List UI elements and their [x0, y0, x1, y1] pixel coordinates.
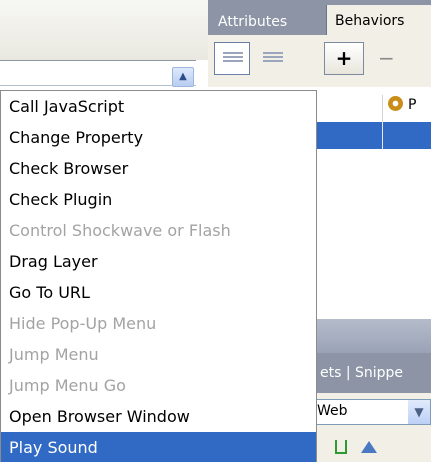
left-panel-header — [0, 0, 208, 60]
list-view-icon — [223, 52, 243, 65]
add-behavior-menu: Call JavaScript Change Property Check Brow… — [0, 90, 317, 462]
gear-icon — [388, 96, 403, 111]
menu-item-open-browser-window[interactable]: Open Browser Window — [1, 401, 316, 432]
tab-behaviors[interactable]: Behaviors — [326, 5, 431, 35]
tab-attributes[interactable]: Attributes — [208, 9, 326, 35]
menu-item-control-shockwave-or-flash: Control Shockwave or Flash — [9, 221, 231, 240]
chevron-down-icon[interactable]: ▼ — [408, 400, 430, 424]
show-all-events-button[interactable] — [254, 42, 290, 75]
put-files-icon[interactable] — [361, 441, 377, 453]
list-all-icon — [263, 52, 283, 65]
lower-tabs-label[interactable]: ets | Snippe — [320, 365, 403, 381]
menu-item-check-plugin[interactable]: Check Plugin — [1, 184, 316, 215]
menu-item-jump-menu: Jump Menu — [9, 345, 99, 364]
add-behavior-button[interactable]: + — [324, 42, 364, 75]
menu-item-drag-layer[interactable]: Drag Layer — [1, 246, 316, 277]
show-set-events-button[interactable] — [214, 42, 250, 75]
behaviors-toolbar: + − — [208, 35, 431, 87]
remove-behavior-button[interactable]: − — [378, 48, 395, 68]
site-select-value: Web — [317, 403, 348, 419]
panel-tab-strip: Attributes Behaviors — [208, 0, 431, 35]
menu-item-go-to-url[interactable]: Go To URL — [1, 277, 316, 308]
get-files-icon[interactable] — [335, 440, 347, 454]
site-select[interactable]: Web ▼ — [312, 399, 431, 425]
left-panel-field[interactable] — [0, 60, 196, 86]
menu-item-change-property[interactable]: Change Property — [1, 122, 316, 153]
menu-item-play-sound[interactable]: Play Sound — [1, 432, 316, 462]
menu-item-check-browser[interactable]: Check Browser — [1, 153, 316, 184]
menu-item-call-javascript[interactable]: Call JavaScript — [1, 91, 316, 122]
menu-item-hide-pop-up-menu: Hide Pop-Up Menu — [9, 314, 157, 333]
scroll-up-button[interactable]: ▲ — [172, 67, 194, 87]
list-header-label: P — [408, 97, 417, 113]
row-divider — [382, 122, 383, 149]
menu-item-jump-menu-go: Jump Menu Go — [9, 376, 126, 395]
